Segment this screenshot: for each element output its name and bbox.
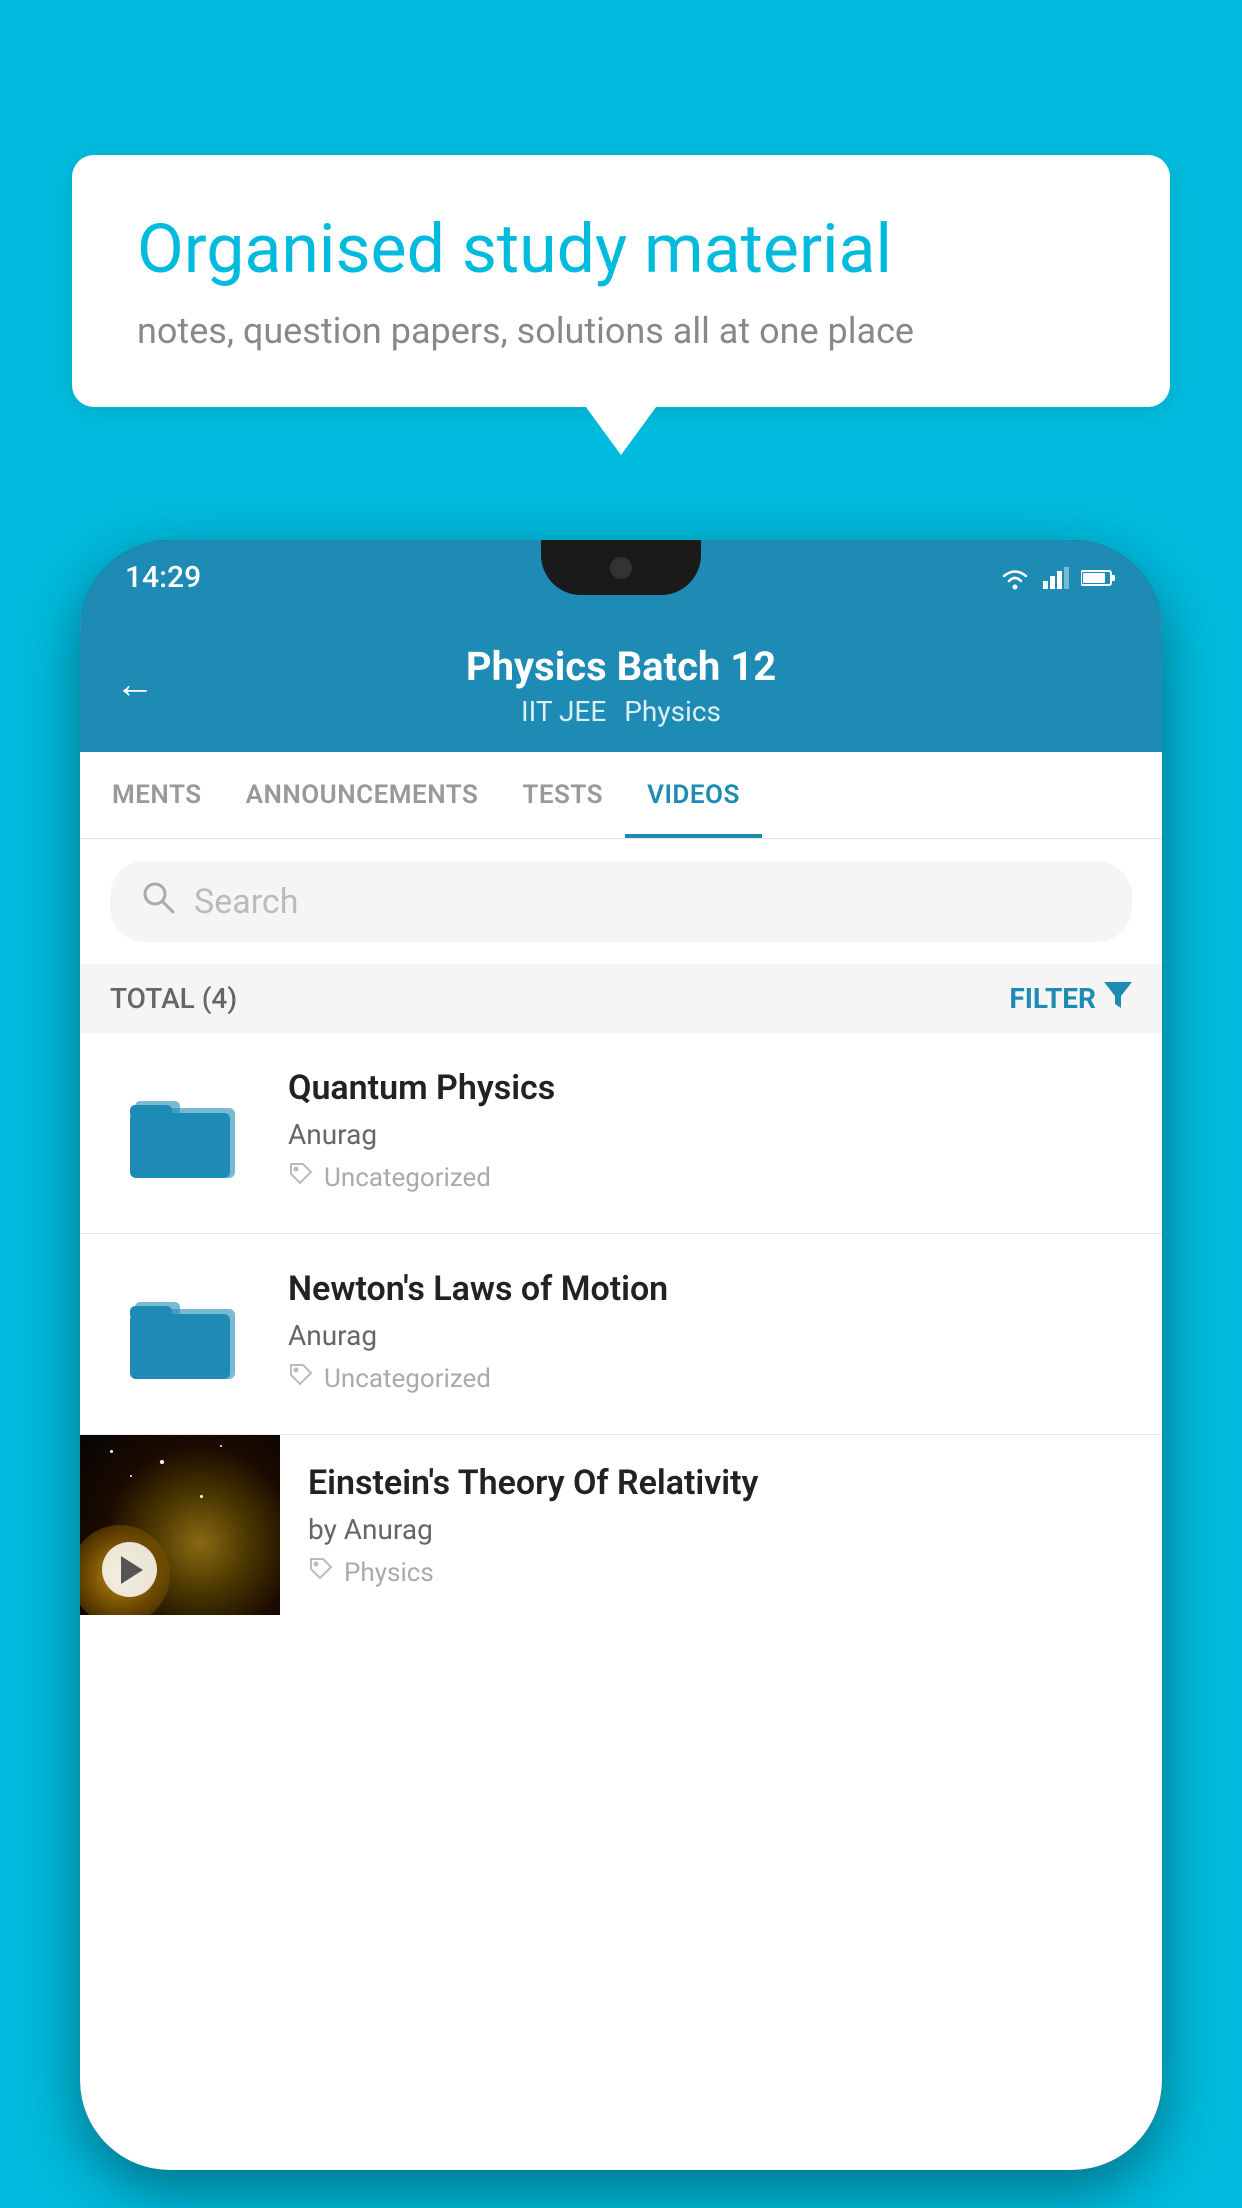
play-button[interactable]	[102, 1542, 157, 1597]
app-header-title: Physics Batch 12	[466, 643, 776, 690]
status-icons	[999, 565, 1117, 591]
camera-dot	[610, 557, 632, 579]
list-item[interactable]: Quantum Physics Anurag Uncategorized	[80, 1033, 1162, 1234]
folder-icon	[130, 1284, 240, 1384]
video-tag-3: Physics	[308, 1556, 1134, 1589]
tabs-bar: MENTS ANNOUNCEMENTS TESTS VIDEOS	[80, 752, 1162, 839]
video-title-3: Einstein's Theory Of Relativity	[308, 1463, 1134, 1503]
tab-ments[interactable]: MENTS	[90, 752, 224, 838]
app-header-subtitle: IIT JEE Physics	[521, 695, 721, 728]
tag-icon-3	[308, 1556, 334, 1589]
signal-icon	[1043, 567, 1069, 589]
folder-thumb-2	[110, 1269, 260, 1399]
filter-icon	[1104, 982, 1132, 1015]
tag-label-3: Physics	[344, 1558, 434, 1588]
tag-physics: Physics	[624, 695, 721, 728]
tab-announcements[interactable]: ANNOUNCEMENTS	[224, 752, 501, 838]
tag-label-2: Uncategorized	[324, 1364, 491, 1394]
tab-tests[interactable]: TESTS	[500, 752, 625, 838]
video-author-1: Anurag	[288, 1118, 1132, 1151]
status-time: 14:29	[125, 560, 201, 595]
play-triangle-icon	[121, 1556, 143, 1584]
tab-videos[interactable]: VIDEOS	[625, 752, 762, 838]
phone-screen: ← Physics Batch 12 IIT JEE Physics MENTS…	[80, 615, 1162, 2170]
speech-bubble: Organised study material notes, question…	[72, 155, 1170, 407]
speech-bubble-wrapper: Organised study material notes, question…	[72, 155, 1170, 407]
tag-iit-jee: IIT JEE	[521, 695, 606, 728]
video-author-2: Anurag	[288, 1319, 1132, 1352]
folder-thumb-1	[110, 1068, 260, 1198]
filter-label: FILTER	[1009, 982, 1096, 1015]
filter-row: TOTAL (4) FILTER	[80, 964, 1162, 1033]
search-container: Search	[80, 839, 1162, 964]
total-count: TOTAL (4)	[110, 982, 237, 1015]
video-info-1: Quantum Physics Anurag Uncategorized	[288, 1068, 1132, 1194]
video-tag-1: Uncategorized	[288, 1161, 1132, 1194]
filter-button[interactable]: FILTER	[1009, 982, 1132, 1015]
video-info-2: Newton's Laws of Motion Anurag Uncategor…	[288, 1269, 1132, 1395]
video-thumbnail-einstein	[80, 1435, 280, 1615]
app-header: ← Physics Batch 12 IIT JEE Physics	[80, 615, 1162, 752]
video-title-1: Quantum Physics	[288, 1068, 1132, 1108]
list-item[interactable]: Newton's Laws of Motion Anurag Uncategor…	[80, 1234, 1162, 1435]
video-author-3: by Anurag	[308, 1513, 1134, 1546]
video-list: Quantum Physics Anurag Uncategorized	[80, 1033, 1162, 2170]
phone-notch	[541, 540, 701, 595]
folder-icon	[130, 1083, 240, 1183]
phone-outer: 14:29	[80, 540, 1162, 2170]
status-bar: 14:29	[80, 540, 1162, 615]
tag-icon-2	[288, 1362, 314, 1395]
search-bar[interactable]: Search	[110, 861, 1132, 942]
tag-icon-1	[288, 1161, 314, 1194]
wifi-icon	[999, 565, 1031, 591]
list-item[interactable]: Einstein's Theory Of Relativity by Anura…	[80, 1435, 1162, 1617]
search-icon	[140, 879, 176, 924]
tag-label-1: Uncategorized	[324, 1163, 491, 1193]
phone-wrapper: 14:29	[80, 540, 1162, 2208]
speech-bubble-title: Organised study material	[137, 210, 1105, 288]
video-info-3: Einstein's Theory Of Relativity by Anura…	[280, 1435, 1162, 1617]
video-tag-2: Uncategorized	[288, 1362, 1132, 1395]
battery-icon	[1081, 569, 1117, 587]
video-title-2: Newton's Laws of Motion	[288, 1269, 1132, 1309]
back-button[interactable]: ←	[115, 660, 155, 707]
speech-bubble-subtitle: notes, question papers, solutions all at…	[137, 310, 1105, 352]
search-placeholder: Search	[194, 882, 298, 922]
